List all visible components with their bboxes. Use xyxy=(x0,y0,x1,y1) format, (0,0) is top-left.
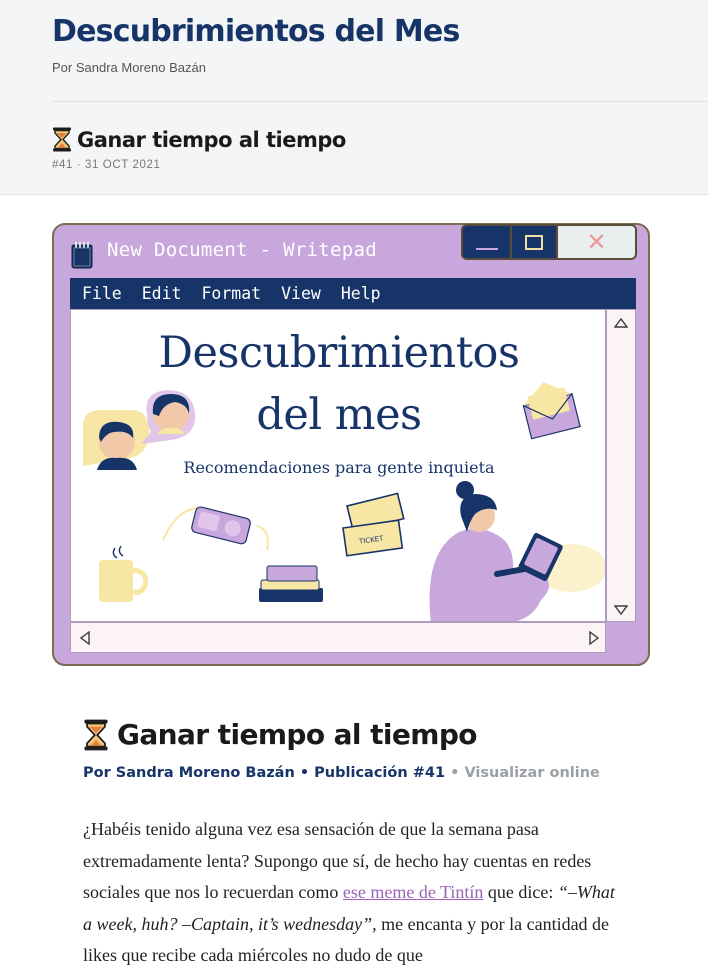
hourglass-icon xyxy=(84,719,108,750)
view-online-link[interactable]: Visualizar online xyxy=(464,765,599,781)
scroll-down-icon[interactable] xyxy=(614,605,628,615)
scroll-left-icon[interactable] xyxy=(80,631,90,645)
scroll-up-icon[interactable] xyxy=(614,318,628,328)
document-canvas: TICKET Descubrimientos del mes Recomenda… xyxy=(70,309,606,622)
menu-format[interactable]: Format xyxy=(202,284,262,303)
banner-heading-line1: Descubrimientos xyxy=(158,328,520,378)
menu-file[interactable]: File xyxy=(82,284,122,303)
site-title[interactable]: Descubrimientos del Mes xyxy=(52,14,460,49)
issue-title-text: Ganar tiempo al tiempo xyxy=(77,127,346,152)
header-divider xyxy=(52,101,708,102)
music-player-icon xyxy=(162,506,269,551)
menu-help[interactable]: Help xyxy=(341,284,381,303)
banner-subheading: Recomendaciones para gente inquieta xyxy=(183,458,495,477)
menu-view[interactable]: View xyxy=(281,284,321,303)
menu-edit[interactable]: Edit xyxy=(142,284,182,303)
woman-laptop-illustration xyxy=(429,481,605,621)
maximize-icon xyxy=(525,234,543,250)
banner-window: New Document - Writepad ✕ File Edit Form… xyxy=(52,223,650,666)
meme-link[interactable]: ese meme de Tintín xyxy=(343,882,484,902)
maximize-button[interactable] xyxy=(512,224,558,260)
article-title: Ganar tiempo al tiempo xyxy=(83,718,478,751)
horizontal-scrollbar[interactable] xyxy=(70,622,606,653)
vertical-scrollbar[interactable] xyxy=(606,309,636,622)
byline-issue: Publicación #41 xyxy=(314,765,446,781)
menu-bar: File Edit Format View Help xyxy=(70,278,636,309)
paragraph-text: que dice: xyxy=(483,882,558,902)
byline-separator: • xyxy=(294,765,315,781)
minimize-button[interactable] xyxy=(461,224,512,260)
minimize-icon xyxy=(475,248,498,250)
issue-title: Ganar tiempo al tiempo xyxy=(52,127,346,152)
article-title-text: Ganar tiempo al tiempo xyxy=(117,718,478,751)
coffee-mug-icon xyxy=(99,545,149,602)
banner-heading-line2: del mes xyxy=(256,390,422,440)
byline-author[interactable]: Por Sandra Moreno Bazán xyxy=(83,765,295,781)
close-button[interactable]: ✕ xyxy=(558,224,637,260)
scroll-right-icon[interactable] xyxy=(589,631,599,645)
byline-separator: • xyxy=(445,765,465,781)
issue-meta: #41 · 31 OCT 2021 xyxy=(52,159,161,171)
window-controls: ✕ xyxy=(461,224,637,262)
hourglass-icon xyxy=(53,127,71,152)
close-icon: ✕ xyxy=(586,228,607,256)
site-author: Por Sandra Moreno Bazán xyxy=(52,60,206,75)
window-title: New Document - Writepad xyxy=(107,239,377,261)
article-paragraph: ¿Habéis tenido alguna vez esa sensación … xyxy=(83,814,623,972)
notepad-icon xyxy=(71,241,93,269)
article-byline: Por Sandra Moreno Bazán • Publicación #4… xyxy=(83,765,600,781)
tickets-icon: TICKET xyxy=(342,492,405,557)
site-header: Descubrimientos del Mes Por Sandra Moren… xyxy=(0,0,708,195)
books-icon xyxy=(259,565,323,602)
